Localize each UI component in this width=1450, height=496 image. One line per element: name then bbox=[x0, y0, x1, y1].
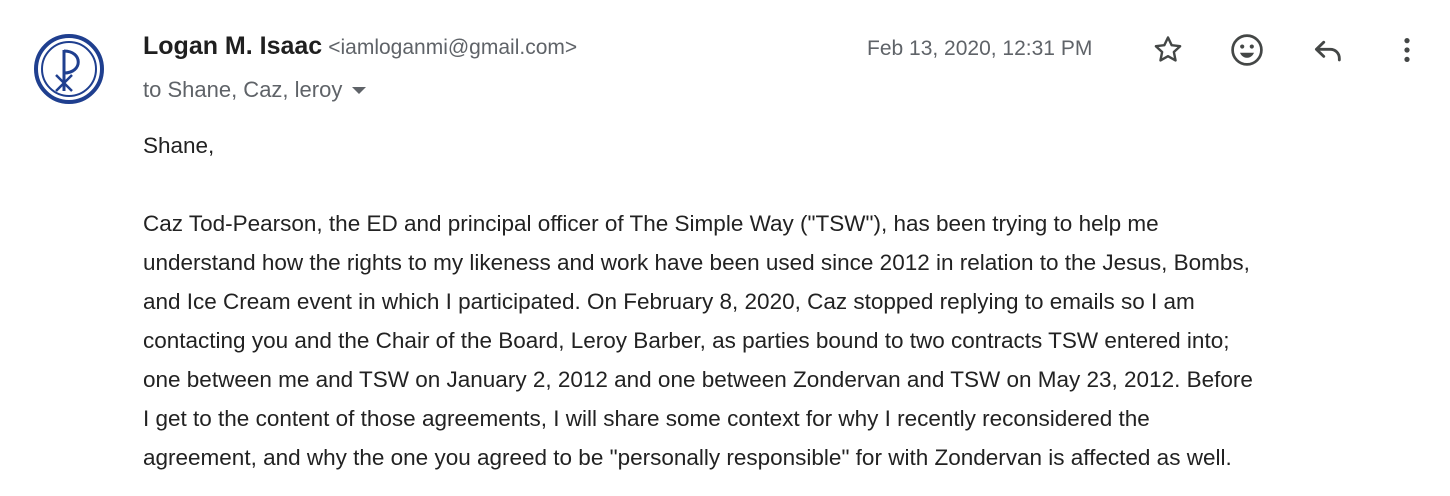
message-line: one between me and TSW on January 2, 201… bbox=[143, 367, 1253, 392]
message-line: agreement, and why the one you agreed to… bbox=[143, 445, 1232, 470]
sender-email: <iamloganmi@gmail.com> bbox=[328, 36, 578, 59]
more-options-button[interactable] bbox=[1387, 30, 1427, 70]
message-line: contacting you and the Chair of the Boar… bbox=[143, 328, 1230, 353]
message-timestamp: Feb 13, 2020, 12:31 PM bbox=[867, 37, 1093, 60]
sender-name[interactable]: Logan M. Isaac bbox=[143, 32, 322, 61]
recipients-label: to Shane, Caz, leroy bbox=[143, 77, 343, 102]
recipients-toggle[interactable]: to Shane, Caz, leroy bbox=[143, 77, 367, 103]
message-line: Caz Tod-Pearson, the ED and principal of… bbox=[143, 211, 1159, 236]
reply-button[interactable] bbox=[1308, 30, 1348, 70]
message-greeting: Shane, bbox=[143, 133, 215, 158]
message-paragraph: Caz Tod-Pearson, the ED and principal of… bbox=[143, 204, 1433, 477]
message-header: Logan M. Isaac <iamloganmi@gmail.com> bbox=[143, 32, 577, 72]
star-icon bbox=[1154, 36, 1182, 62]
message-body: Shane, Caz Tod-Pearson, the ED and princ… bbox=[143, 126, 1433, 477]
message-line: I get to the content of those agreements… bbox=[143, 406, 1150, 431]
emoji-icon bbox=[1231, 34, 1263, 66]
star-button[interactable] bbox=[1148, 30, 1188, 70]
reply-icon bbox=[1314, 40, 1341, 62]
message-line: and Ice Cream event in which I participa… bbox=[143, 289, 1195, 314]
more-vertical-icon bbox=[1404, 38, 1410, 62]
message-line: understand how the rights to my likeness… bbox=[143, 250, 1250, 275]
chi-rho-logo-icon bbox=[34, 34, 104, 104]
add-reaction-button[interactable] bbox=[1227, 30, 1267, 70]
caret-down-icon bbox=[352, 86, 367, 94]
avatar[interactable] bbox=[33, 33, 105, 105]
